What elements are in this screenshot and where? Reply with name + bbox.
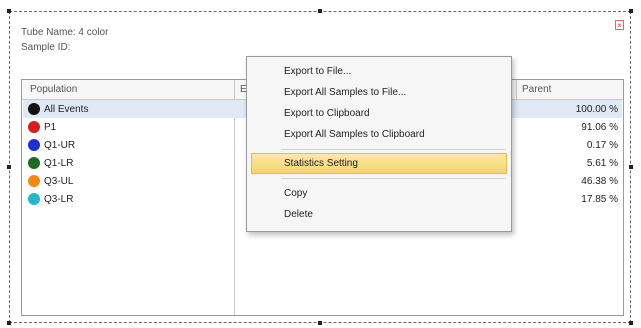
resize-handle[interactable] bbox=[7, 321, 11, 325]
column-header-parent[interactable]: Parent bbox=[522, 84, 551, 95]
column-separator[interactable] bbox=[516, 80, 517, 99]
menu-item-export-to-clipboard[interactable]: Export to Clipboard bbox=[251, 103, 507, 124]
population-color-dot bbox=[28, 139, 40, 151]
menu-item-label: Export to File... bbox=[284, 66, 352, 77]
resize-handle[interactable] bbox=[318, 321, 322, 325]
resize-handle[interactable] bbox=[7, 165, 11, 169]
menu-item-label: Export All Samples to File... bbox=[284, 87, 407, 98]
population-label: Q1-UR bbox=[44, 140, 76, 151]
population-color-dot bbox=[28, 157, 40, 169]
menu-item-copy[interactable]: Copy bbox=[251, 183, 507, 204]
resize-handle[interactable] bbox=[7, 9, 11, 13]
resize-handle[interactable] bbox=[318, 9, 322, 13]
population-color-dot bbox=[28, 103, 40, 115]
parent-percent: 17.85 % bbox=[581, 194, 618, 205]
population-label: Q1-LR bbox=[44, 158, 74, 169]
parent-percent: 91.06 % bbox=[581, 122, 618, 133]
population-color-dot bbox=[28, 121, 40, 133]
population-label: Q3-LR bbox=[44, 194, 74, 205]
resize-handle[interactable] bbox=[629, 9, 633, 13]
menu-separator bbox=[281, 178, 505, 179]
resize-handle[interactable] bbox=[629, 165, 633, 169]
menu-item-delete[interactable]: Delete bbox=[251, 204, 507, 225]
menu-item-label: Copy bbox=[284, 188, 308, 199]
tube-name-label: Tube Name: 4 color bbox=[21, 27, 109, 38]
population-label: All Events bbox=[44, 104, 89, 115]
menu-item-label: Export All Samples to Clipboard bbox=[284, 129, 425, 140]
sample-id-label: Sample ID: bbox=[21, 42, 71, 53]
parent-percent: 46.38 % bbox=[581, 176, 618, 187]
context-menu: Export to File... Export All Samples to … bbox=[246, 56, 512, 232]
close-icon[interactable]: × bbox=[615, 20, 624, 30]
column-header-population[interactable]: Population bbox=[30, 84, 77, 95]
resize-handle[interactable] bbox=[629, 321, 633, 325]
menu-item-label: Delete bbox=[284, 209, 313, 220]
menu-item-export-all-samples-to-clipboard[interactable]: Export All Samples to Clipboard bbox=[251, 124, 507, 145]
menu-item-export-to-file[interactable]: Export to File... bbox=[251, 61, 507, 82]
menu-separator bbox=[281, 149, 505, 150]
parent-percent: 100.00 % bbox=[575, 104, 618, 115]
parent-percent: 0.17 % bbox=[586, 140, 618, 151]
menu-item-label: Statistics Setting bbox=[284, 158, 358, 169]
parent-percent: 5.61 % bbox=[586, 158, 618, 169]
population-color-dot bbox=[28, 193, 40, 205]
population-label: P1 bbox=[44, 122, 57, 133]
menu-item-label: Export to Clipboard bbox=[284, 108, 370, 119]
population-color-dot bbox=[28, 175, 40, 187]
population-label: Q3-UL bbox=[44, 176, 74, 187]
menu-item-export-all-samples-to-file[interactable]: Export All Samples to File... bbox=[251, 82, 507, 103]
menu-item-statistics-setting[interactable]: Statistics Setting bbox=[251, 153, 507, 174]
